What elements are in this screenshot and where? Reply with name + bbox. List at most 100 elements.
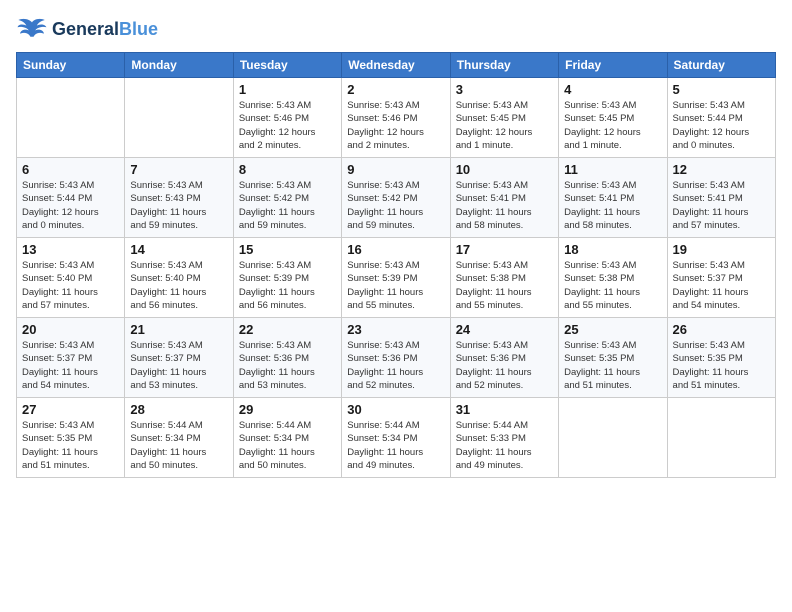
weekday-header-thursday: Thursday — [450, 53, 558, 78]
day-info: Sunrise: 5:43 AM Sunset: 5:46 PM Dayligh… — [347, 99, 444, 152]
calendar-cell: 12Sunrise: 5:43 AM Sunset: 5:41 PM Dayli… — [667, 158, 775, 238]
day-info: Sunrise: 5:43 AM Sunset: 5:41 PM Dayligh… — [673, 179, 770, 232]
day-number: 24 — [456, 322, 553, 337]
weekday-header-saturday: Saturday — [667, 53, 775, 78]
calendar-cell: 26Sunrise: 5:43 AM Sunset: 5:35 PM Dayli… — [667, 318, 775, 398]
calendar-cell: 3 Sunrise: 5:43 AM Sunset: 5:45 PM Daylig… — [450, 78, 558, 158]
day-info: Sunrise: 5:43 AM Sunset: 5:39 PM Dayligh… — [239, 259, 336, 312]
day-info: Sunrise: 5:44 AM Sunset: 5:34 PM Dayligh… — [347, 419, 444, 472]
calendar-cell: 9 Sunrise: 5:43 AM Sunset: 5:42 PM Daylig… — [342, 158, 450, 238]
calendar-cell: 15 Sunrise: 5:43 AM Sunset: 5:39 PM Dayli… — [233, 238, 341, 318]
day-number: 17 — [456, 242, 553, 257]
day-info: Sunrise: 5:43 AM Sunset: 5:45 PM Dayligh… — [456, 99, 553, 152]
day-number: 9 — [347, 162, 444, 177]
calendar-cell: 20 Sunrise: 5:43 AM Sunset: 5:37 PM Dayli… — [17, 318, 125, 398]
day-info: Sunrise: 5:43 AM Sunset: 5:36 PM Dayligh… — [347, 339, 444, 392]
day-number: 13 — [22, 242, 119, 257]
calendar-cell: 5Sunrise: 5:43 AM Sunset: 5:44 PM Daylig… — [667, 78, 775, 158]
day-info: Sunrise: 5:44 AM Sunset: 5:34 PM Dayligh… — [130, 419, 227, 472]
day-number: 31 — [456, 402, 553, 417]
calendar-cell: 17 Sunrise: 5:43 AM Sunset: 5:38 PM Dayli… — [450, 238, 558, 318]
week-row-2: 6 Sunrise: 5:43 AM Sunset: 5:44 PM Daylig… — [17, 158, 776, 238]
calendar-cell: 7 Sunrise: 5:43 AM Sunset: 5:43 PM Daylig… — [125, 158, 233, 238]
day-number: 15 — [239, 242, 336, 257]
day-info: Sunrise: 5:43 AM Sunset: 5:41 PM Dayligh… — [456, 179, 553, 232]
calendar-cell: 21 Sunrise: 5:43 AM Sunset: 5:37 PM Dayli… — [125, 318, 233, 398]
day-number: 21 — [130, 322, 227, 337]
week-row-1: 1 Sunrise: 5:43 AM Sunset: 5:46 PM Daylig… — [17, 78, 776, 158]
day-number: 28 — [130, 402, 227, 417]
day-info: Sunrise: 5:43 AM Sunset: 5:38 PM Dayligh… — [456, 259, 553, 312]
calendar-cell: 1 Sunrise: 5:43 AM Sunset: 5:46 PM Daylig… — [233, 78, 341, 158]
calendar-cell: 2Sunrise: 5:43 AM Sunset: 5:46 PM Daylig… — [342, 78, 450, 158]
day-info: Sunrise: 5:43 AM Sunset: 5:39 PM Dayligh… — [347, 259, 444, 312]
calendar-cell: 18Sunrise: 5:43 AM Sunset: 5:38 PM Dayli… — [559, 238, 667, 318]
day-number: 8 — [239, 162, 336, 177]
day-info: Sunrise: 5:43 AM Sunset: 5:44 PM Dayligh… — [22, 179, 119, 232]
weekday-header-wednesday: Wednesday — [342, 53, 450, 78]
day-info: Sunrise: 5:43 AM Sunset: 5:37 PM Dayligh… — [22, 339, 119, 392]
page-header: GeneralBlue — [16, 16, 776, 44]
calendar-cell: 25 Sunrise: 5:43 AM Sunset: 5:35 PM Dayli… — [559, 318, 667, 398]
day-info: Sunrise: 5:43 AM Sunset: 5:41 PM Dayligh… — [564, 179, 661, 232]
weekday-header-row: SundayMondayTuesdayWednesdayThursdayFrid… — [17, 53, 776, 78]
day-number: 14 — [130, 242, 227, 257]
day-info: Sunrise: 5:43 AM Sunset: 5:36 PM Dayligh… — [239, 339, 336, 392]
logo: GeneralBlue — [16, 16, 158, 44]
day-info: Sunrise: 5:43 AM Sunset: 5:43 PM Dayligh… — [130, 179, 227, 232]
week-row-4: 20 Sunrise: 5:43 AM Sunset: 5:37 PM Dayli… — [17, 318, 776, 398]
day-info: Sunrise: 5:44 AM Sunset: 5:33 PM Dayligh… — [456, 419, 553, 472]
calendar-cell: 22 Sunrise: 5:43 AM Sunset: 5:36 PM Dayli… — [233, 318, 341, 398]
calendar-cell: 10 Sunrise: 5:43 AM Sunset: 5:41 PM Dayli… — [450, 158, 558, 238]
weekday-header-friday: Friday — [559, 53, 667, 78]
day-number: 25 — [564, 322, 661, 337]
day-number: 16 — [347, 242, 444, 257]
calendar-cell — [559, 398, 667, 478]
day-info: Sunrise: 5:43 AM Sunset: 5:45 PM Dayligh… — [564, 99, 661, 152]
weekday-header-monday: Monday — [125, 53, 233, 78]
day-info: Sunrise: 5:44 AM Sunset: 5:34 PM Dayligh… — [239, 419, 336, 472]
calendar-cell: 4Sunrise: 5:43 AM Sunset: 5:45 PM Daylig… — [559, 78, 667, 158]
calendar-cell: 24 Sunrise: 5:43 AM Sunset: 5:36 PM Dayli… — [450, 318, 558, 398]
calendar-table: SundayMondayTuesdayWednesdayThursdayFrid… — [16, 52, 776, 478]
calendar-cell: 16 Sunrise: 5:43 AM Sunset: 5:39 PM Dayli… — [342, 238, 450, 318]
calendar-cell: 31 Sunrise: 5:44 AM Sunset: 5:33 PM Dayli… — [450, 398, 558, 478]
day-number: 10 — [456, 162, 553, 177]
logo-icon — [16, 16, 48, 44]
calendar-cell: 6 Sunrise: 5:43 AM Sunset: 5:44 PM Daylig… — [17, 158, 125, 238]
calendar-cell: 29 Sunrise: 5:44 AM Sunset: 5:34 PM Dayli… — [233, 398, 341, 478]
logo-text: GeneralBlue — [52, 20, 158, 40]
day-number: 27 — [22, 402, 119, 417]
calendar-cell: 19Sunrise: 5:43 AM Sunset: 5:37 PM Dayli… — [667, 238, 775, 318]
day-info: Sunrise: 5:43 AM Sunset: 5:40 PM Dayligh… — [22, 259, 119, 312]
calendar-cell: 23 Sunrise: 5:43 AM Sunset: 5:36 PM Dayli… — [342, 318, 450, 398]
weekday-header-sunday: Sunday — [17, 53, 125, 78]
day-info: Sunrise: 5:43 AM Sunset: 5:37 PM Dayligh… — [130, 339, 227, 392]
day-number: 6 — [22, 162, 119, 177]
day-number: 3 — [456, 82, 553, 97]
calendar-cell — [17, 78, 125, 158]
week-row-5: 27Sunrise: 5:43 AM Sunset: 5:35 PM Dayli… — [17, 398, 776, 478]
calendar-cell: 14Sunrise: 5:43 AM Sunset: 5:40 PM Dayli… — [125, 238, 233, 318]
day-number: 7 — [130, 162, 227, 177]
day-info: Sunrise: 5:43 AM Sunset: 5:42 PM Dayligh… — [239, 179, 336, 232]
day-info: Sunrise: 5:43 AM Sunset: 5:46 PM Dayligh… — [239, 99, 336, 152]
calendar-cell: 13 Sunrise: 5:43 AM Sunset: 5:40 PM Dayli… — [17, 238, 125, 318]
day-info: Sunrise: 5:43 AM Sunset: 5:35 PM Dayligh… — [564, 339, 661, 392]
day-number: 1 — [239, 82, 336, 97]
day-number: 29 — [239, 402, 336, 417]
calendar-cell: 27Sunrise: 5:43 AM Sunset: 5:35 PM Dayli… — [17, 398, 125, 478]
week-row-3: 13 Sunrise: 5:43 AM Sunset: 5:40 PM Dayli… — [17, 238, 776, 318]
calendar-cell — [125, 78, 233, 158]
day-number: 26 — [673, 322, 770, 337]
day-info: Sunrise: 5:43 AM Sunset: 5:36 PM Dayligh… — [456, 339, 553, 392]
day-number: 20 — [22, 322, 119, 337]
day-number: 11 — [564, 162, 661, 177]
calendar-cell: 30 Sunrise: 5:44 AM Sunset: 5:34 PM Dayli… — [342, 398, 450, 478]
day-info: Sunrise: 5:43 AM Sunset: 5:42 PM Dayligh… — [347, 179, 444, 232]
day-number: 19 — [673, 242, 770, 257]
day-number: 5 — [673, 82, 770, 97]
day-number: 22 — [239, 322, 336, 337]
day-number: 23 — [347, 322, 444, 337]
day-number: 30 — [347, 402, 444, 417]
